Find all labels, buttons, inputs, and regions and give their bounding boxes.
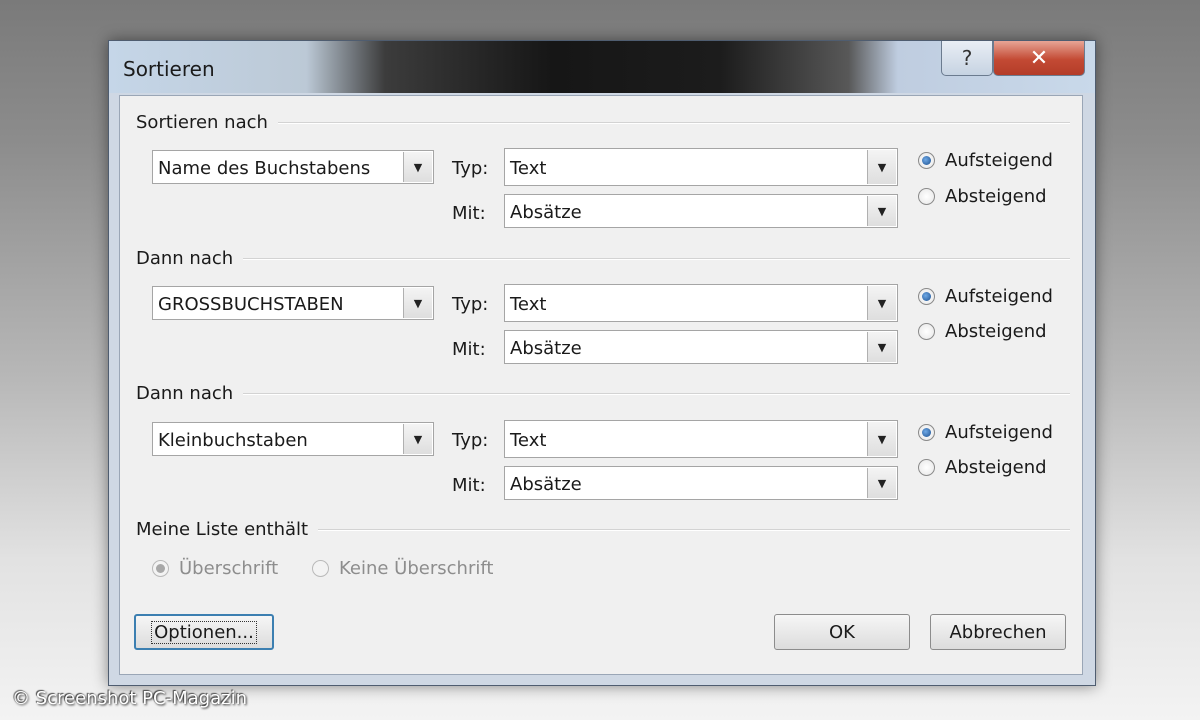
sort-by-type-label: Typ: bbox=[452, 158, 489, 179]
ok-button[interactable]: OK bbox=[774, 614, 910, 650]
options-button[interactable]: Optionen... bbox=[134, 614, 274, 650]
then-by-2-descending-label: Absteigend bbox=[945, 457, 1047, 478]
options-button-label: Optionen... bbox=[151, 620, 257, 644]
sort-by-ascending-radio[interactable]: Aufsteigend bbox=[918, 150, 1053, 171]
group-sort-by-header: Sortieren nach bbox=[136, 112, 1070, 133]
chevron-down-icon[interactable]: ▼ bbox=[403, 288, 432, 318]
then-by-1-ascending-radio[interactable]: Aufsteigend bbox=[918, 286, 1053, 307]
sort-dialog: Sortieren ? ✕ Sortieren nach Name des Bu… bbox=[108, 40, 1096, 686]
ok-button-label: OK bbox=[829, 621, 855, 643]
then-by-1-key-value: GROSSBUCHSTABEN bbox=[158, 294, 344, 315]
help-icon: ? bbox=[961, 46, 973, 70]
sort-by-ascending-label: Aufsteigend bbox=[945, 150, 1053, 171]
chevron-down-icon[interactable]: ▼ bbox=[867, 196, 896, 226]
dialog-title: Sortieren bbox=[123, 57, 215, 81]
chevron-down-icon[interactable]: ▼ bbox=[867, 422, 896, 456]
no-header-row-radio[interactable]: Keine Überschrift bbox=[312, 558, 493, 579]
chevron-down-icon[interactable]: ▼ bbox=[403, 152, 432, 182]
radio-unselected-icon bbox=[918, 188, 935, 205]
then-by-2-with-label: Mit: bbox=[452, 475, 486, 496]
then-by-2-ascending-radio[interactable]: Aufsteigend bbox=[918, 422, 1053, 443]
group-divider bbox=[318, 528, 1070, 531]
sort-by-descending-label: Absteigend bbox=[945, 186, 1047, 207]
close-icon: ✕ bbox=[1029, 45, 1049, 71]
then-by-1-type-label: Typ: bbox=[452, 294, 489, 315]
then-by-1-descending-radio[interactable]: Absteigend bbox=[918, 321, 1047, 342]
sort-by-key-value: Name des Buchstabens bbox=[158, 158, 371, 179]
group-then-by-1-header: Dann nach bbox=[136, 248, 1070, 269]
then-by-1-ascending-label: Aufsteigend bbox=[945, 286, 1053, 307]
then-by-2-key-value: Kleinbuchstaben bbox=[158, 430, 308, 451]
then-by-2-type-value: Text bbox=[510, 430, 547, 451]
group-then-by-2-label: Dann nach bbox=[136, 383, 234, 404]
sort-by-type-value: Text bbox=[510, 158, 547, 179]
chevron-down-icon[interactable]: ▼ bbox=[867, 332, 896, 362]
list-contains-header: Meine Liste enthält bbox=[136, 519, 1070, 540]
then-by-2-ascending-label: Aufsteigend bbox=[945, 422, 1053, 443]
then-by-1-descending-label: Absteigend bbox=[945, 321, 1047, 342]
then-by-1-with-label: Mit: bbox=[452, 339, 486, 360]
radio-selected-icon bbox=[152, 560, 169, 577]
chevron-down-icon[interactable]: ▼ bbox=[867, 468, 896, 498]
then-by-2-descending-radio[interactable]: Absteigend bbox=[918, 457, 1047, 478]
copyright-watermark: © Screenshot PC-Magazin bbox=[12, 688, 247, 709]
header-row-radio[interactable]: Überschrift bbox=[152, 558, 278, 579]
sort-by-descending-radio[interactable]: Absteigend bbox=[918, 186, 1047, 207]
then-by-2-key-select[interactable]: Kleinbuchstaben ▼ bbox=[152, 422, 434, 456]
sort-by-type-select[interactable]: Text ▼ bbox=[504, 148, 898, 186]
then-by-2-type-select[interactable]: Text ▼ bbox=[504, 420, 898, 458]
radio-selected-icon bbox=[918, 424, 935, 441]
then-by-2-with-value: Absätze bbox=[510, 474, 582, 495]
group-divider bbox=[277, 121, 1070, 124]
radio-unselected-icon bbox=[918, 459, 935, 476]
then-by-2-with-select[interactable]: Absätze ▼ bbox=[504, 466, 898, 500]
cancel-button-label: Abbrechen bbox=[949, 621, 1047, 643]
group-then-by-1-label: Dann nach bbox=[136, 248, 234, 269]
radio-unselected-icon bbox=[918, 323, 935, 340]
sort-by-with-select[interactable]: Absätze ▼ bbox=[504, 194, 898, 228]
radio-selected-icon bbox=[918, 288, 935, 305]
no-header-row-label: Keine Überschrift bbox=[339, 558, 494, 579]
then-by-1-type-value: Text bbox=[510, 294, 547, 315]
close-button[interactable]: ✕ bbox=[993, 41, 1085, 76]
then-by-1-key-select[interactable]: GROSSBUCHSTABEN ▼ bbox=[152, 286, 434, 320]
dialog-content: Sortieren nach Name des Buchstabens ▼ Ty… bbox=[119, 95, 1083, 675]
header-row-label: Überschrift bbox=[179, 558, 279, 579]
help-button[interactable]: ? bbox=[941, 41, 993, 76]
group-then-by-2-header: Dann nach bbox=[136, 383, 1070, 404]
group-sort-by-label: Sortieren nach bbox=[136, 112, 268, 133]
sort-by-with-label: Mit: bbox=[452, 203, 486, 224]
list-contains-label: Meine Liste enthält bbox=[136, 519, 309, 540]
radio-unselected-icon bbox=[312, 560, 329, 577]
title-bar[interactable]: Sortieren ? ✕ bbox=[109, 41, 1095, 93]
sort-by-key-select[interactable]: Name des Buchstabens ▼ bbox=[152, 150, 434, 184]
then-by-1-type-select[interactable]: Text ▼ bbox=[504, 284, 898, 322]
chevron-down-icon[interactable]: ▼ bbox=[867, 286, 896, 320]
chevron-down-icon[interactable]: ▼ bbox=[403, 424, 432, 454]
radio-selected-icon bbox=[918, 152, 935, 169]
cancel-button[interactable]: Abbrechen bbox=[930, 614, 1066, 650]
then-by-1-with-select[interactable]: Absätze ▼ bbox=[504, 330, 898, 364]
sort-by-with-value: Absätze bbox=[510, 202, 582, 223]
chevron-down-icon[interactable]: ▼ bbox=[867, 150, 896, 184]
group-divider bbox=[243, 257, 1070, 260]
group-divider bbox=[243, 392, 1070, 395]
then-by-1-with-value: Absätze bbox=[510, 338, 582, 359]
then-by-2-type-label: Typ: bbox=[452, 430, 489, 451]
